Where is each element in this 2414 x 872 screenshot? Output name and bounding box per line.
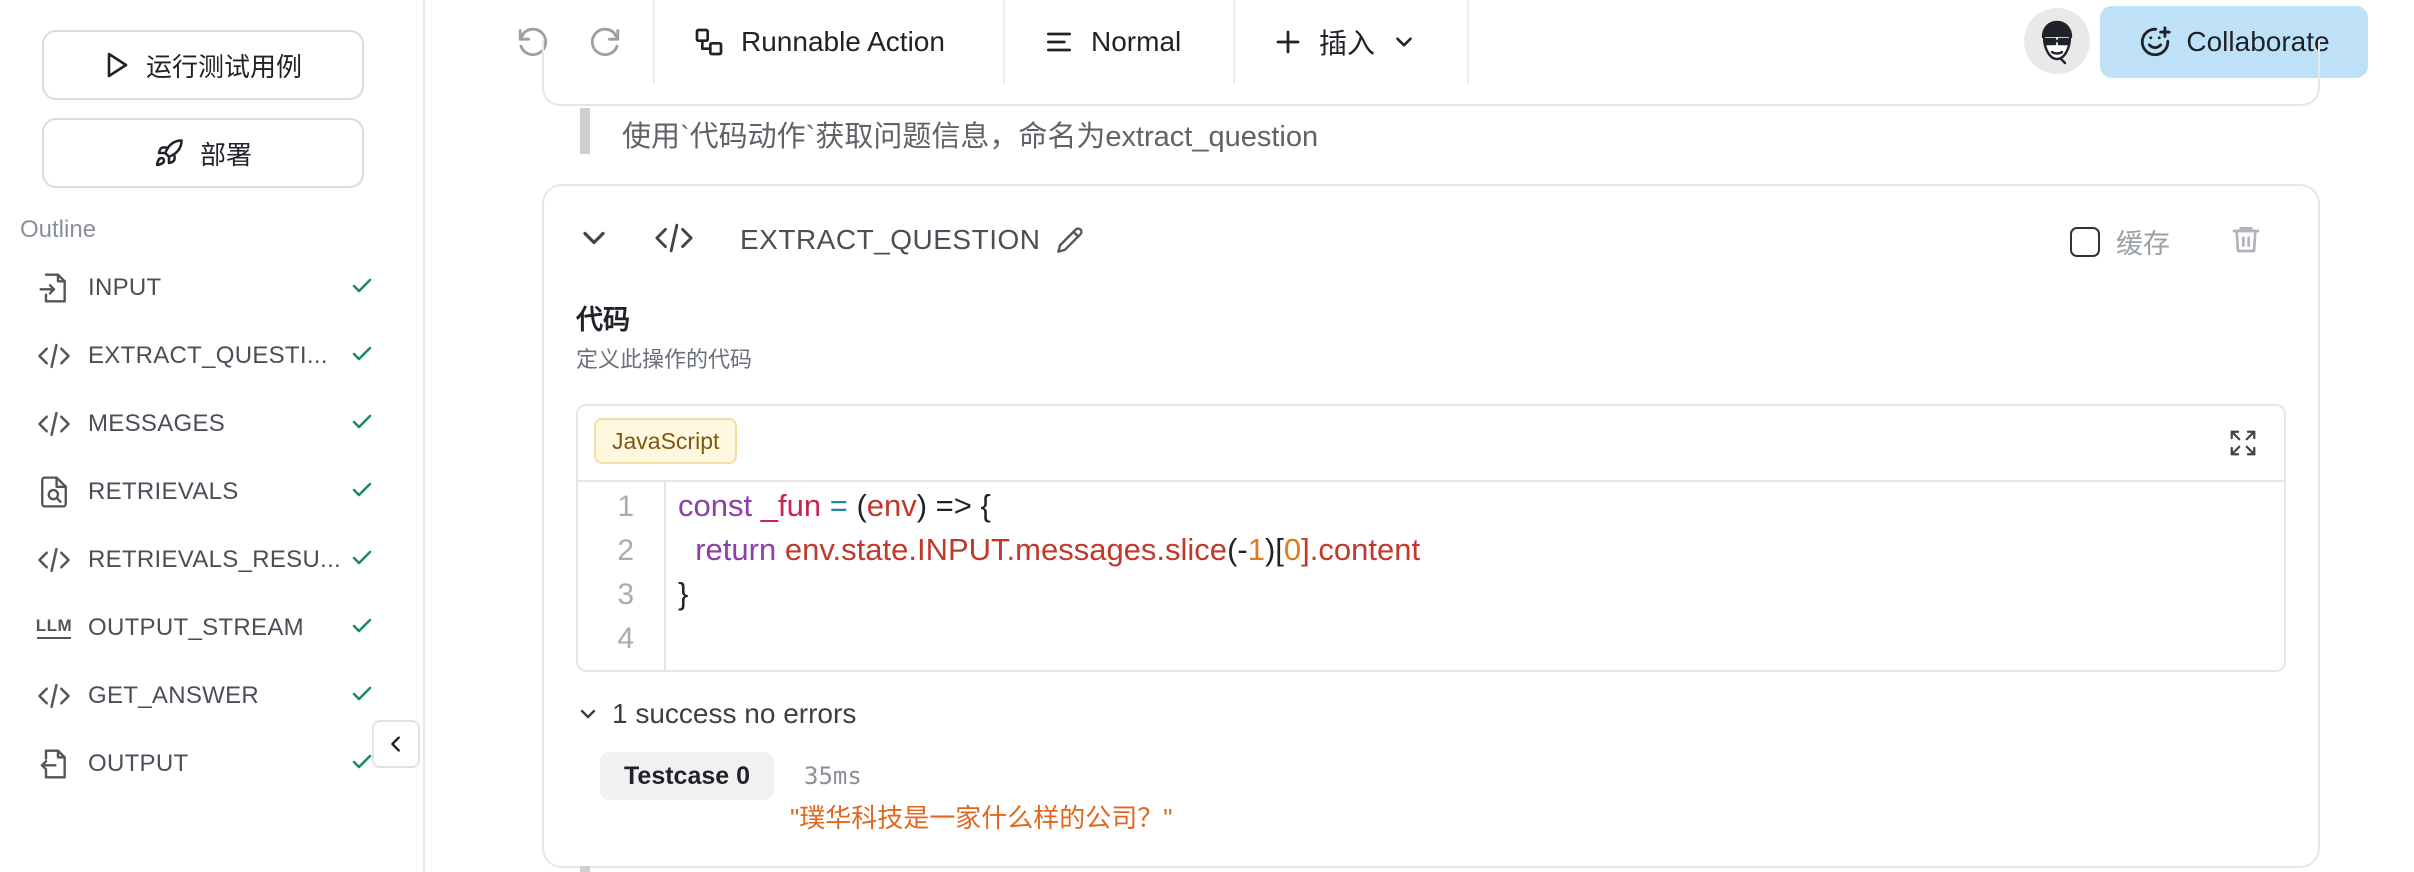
run-tests-button[interactable]: 运行测试用例 — [42, 30, 364, 100]
sidebar: 运行测试用例 部署 Outline INPUT EXTRACT_QUESTI..… — [0, 0, 425, 872]
code-editor[interactable]: JavaScript 1 2 3 4 const _fun = (env) =>… — [576, 404, 2286, 672]
code-token: return — [695, 532, 777, 567]
line-gutter: 1 2 3 4 — [578, 480, 666, 670]
testcase-duration: 35ms — [804, 762, 862, 790]
outline-item-label: EXTRACT_QUESTI... — [88, 342, 328, 369]
code-token: )[ — [1264, 532, 1284, 567]
outline-item-input[interactable]: INPUT — [34, 260, 374, 316]
check-icon — [350, 478, 374, 502]
code-icon — [34, 676, 74, 716]
outline-item-label: INPUT — [88, 274, 162, 301]
cache-checkbox[interactable] — [2070, 226, 2100, 257]
results-toggle[interactable]: 1 success no errors — [576, 698, 856, 730]
outline-item-retrievals-result[interactable]: RETRIEVALS_RESU... — [34, 532, 374, 588]
code-icon — [34, 404, 74, 444]
code-token: ( — [856, 488, 867, 523]
code-token: env.state.INPUT.messages.slice — [784, 532, 1228, 567]
cache-label: 缓存 — [2116, 229, 2170, 259]
collapse-sidebar-button[interactable] — [372, 720, 420, 768]
code-token: (- — [1227, 532, 1248, 567]
card-header: EXTRACT_QUESTION 缓存 — [544, 186, 2318, 296]
step-description: 使用`代码动作`获取问题信息，命名为extract_question — [622, 121, 1319, 153]
check-icon — [350, 614, 374, 638]
outline-item-extract-question[interactable]: EXTRACT_QUESTI... — [34, 328, 374, 384]
check-icon — [350, 682, 374, 706]
results-summary: 1 success no errors — [612, 698, 857, 729]
play-icon — [104, 51, 130, 79]
line-number: 1 — [617, 490, 634, 523]
outline-item-label: OUTPUT — [88, 750, 189, 777]
quote-bar — [580, 108, 590, 154]
code-token: _fun — [760, 488, 822, 523]
action-title: EXTRACT_QUESTION — [740, 224, 1084, 256]
pencil-icon[interactable] — [1056, 226, 1084, 254]
check-icon — [350, 342, 374, 366]
run-tests-label: 运行测试用例 — [145, 51, 302, 82]
chevron-down-icon — [576, 702, 600, 726]
language-badge: JavaScript — [594, 418, 738, 464]
outline-item-label: RETRIEVALS_RESU... — [88, 546, 342, 573]
section-title: 代码 — [576, 305, 630, 335]
trash-icon[interactable] — [2230, 222, 2262, 256]
code-icon — [654, 220, 694, 256]
output-icon — [34, 744, 74, 784]
outline-item-label: MESSAGES — [88, 410, 226, 437]
testcase-tab[interactable]: Testcase 0 — [600, 752, 775, 800]
code-token: 0 — [1283, 532, 1302, 567]
code-token: = — [829, 488, 848, 523]
testcase-output: "璞华科技是一家什么样的公司？" — [790, 803, 1173, 833]
code-token: ].content — [1301, 532, 1421, 567]
check-icon — [350, 410, 374, 434]
code-icon — [34, 540, 74, 580]
llm-icon-text: LLM — [35, 616, 73, 635]
editor-header: JavaScript — [578, 406, 2284, 482]
action-title-text: EXTRACT_QUESTION — [740, 224, 1041, 255]
outline-item-label: OUTPUT_STREAM — [88, 614, 304, 641]
previous-card — [542, 40, 2320, 106]
deploy-label: 部署 — [199, 139, 252, 170]
code-token: const — [678, 488, 753, 523]
line-number: 2 — [617, 534, 634, 567]
outline-heading: Outline — [20, 216, 97, 243]
llm-icon: LLM — [34, 608, 74, 648]
chevron-down-icon[interactable] — [576, 220, 612, 256]
outline-item-output[interactable]: OUTPUT — [34, 736, 374, 792]
check-icon — [350, 546, 374, 570]
search-doc-icon — [34, 472, 74, 512]
outline-item-messages[interactable]: MESSAGES — [34, 396, 374, 452]
outline-item-label: RETRIEVALS — [88, 478, 239, 505]
code-token: env — [866, 488, 917, 523]
deploy-button[interactable]: 部署 — [42, 118, 364, 188]
outline-item-output-stream[interactable]: LLM OUTPUT_STREAM — [34, 600, 374, 656]
check-icon — [350, 750, 374, 774]
cache-toggle[interactable]: 缓存 — [2070, 222, 2170, 261]
expand-icon[interactable] — [2228, 428, 2258, 458]
code-line-1: const _fun = (env) => { — [678, 488, 991, 524]
code-icon — [34, 336, 74, 376]
input-icon — [34, 268, 74, 308]
line-number: 3 — [617, 578, 634, 611]
code-line-2: return env.state.INPUT.messages.slice(-1… — [678, 532, 1420, 568]
check-icon — [350, 274, 374, 298]
code-line-3: } — [678, 576, 689, 611]
outline-item-get-answer[interactable]: GET_ANSWER — [34, 668, 374, 724]
chevron-left-icon — [385, 733, 407, 755]
rocket-icon — [154, 138, 184, 168]
code-token: ) => { — [916, 488, 991, 523]
action-card: EXTRACT_QUESTION 缓存 代码 定义此操作的代码 JavaScri… — [542, 184, 2320, 868]
code-token: 1 — [1247, 532, 1265, 567]
line-number: 4 — [617, 622, 634, 655]
outline-item-retrievals[interactable]: RETRIEVALS — [34, 464, 374, 520]
quote-bar — [580, 866, 590, 872]
outline-item-label: GET_ANSWER — [88, 682, 260, 709]
section-subtitle: 定义此操作的代码 — [576, 347, 753, 372]
